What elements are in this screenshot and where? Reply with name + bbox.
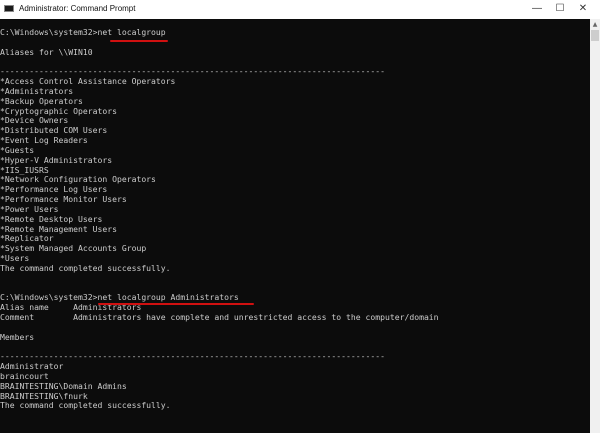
console-line: *Hyper-V Administrators (0, 154, 113, 165)
scroll-up-icon[interactable]: ▲ (590, 21, 600, 28)
console-output[interactable]: C:\Windows\system32>net localgroup Aliase… (0, 19, 590, 433)
console-text: C:\Windows\system32>net localgroup Aliase… (0, 27, 439, 411)
window-title: Administrator: Command Prompt (19, 4, 136, 13)
maximize-button[interactable]: ☐ (550, 2, 570, 16)
title-bar: Administrator: Command Prompt — ☐ ✕ (0, 0, 600, 19)
console-line: Aliases for \\WIN10 (0, 46, 93, 57)
console-line: The command completed successfully. (0, 262, 171, 273)
console-line: Administrator (0, 361, 64, 372)
close-button[interactable]: ✕ (573, 2, 593, 16)
console-line: *Event Log Readers (0, 135, 88, 146)
console-line: Members (0, 331, 35, 342)
red-underline-annotation (98, 303, 254, 305)
console-line: *System Managed Accounts Group (0, 243, 147, 254)
command-prompt-icon (4, 5, 14, 12)
scrollbar-thumb[interactable] (591, 30, 599, 41)
console-line: *Performance Monitor Users (0, 194, 127, 205)
console-line: *Remote Management Users (0, 223, 117, 234)
console-line: The command completed successfully. (0, 400, 171, 411)
console-line: ----------------------------------------… (0, 351, 385, 362)
minimize-button[interactable]: — (527, 2, 547, 16)
red-underline-annotation (110, 40, 168, 42)
vertical-scrollbar[interactable]: ▲ (590, 19, 600, 433)
console-line: C:\Windows\system32>net localgroup (0, 27, 166, 37)
console-line: Comment Administrators have complete and… (0, 312, 439, 323)
